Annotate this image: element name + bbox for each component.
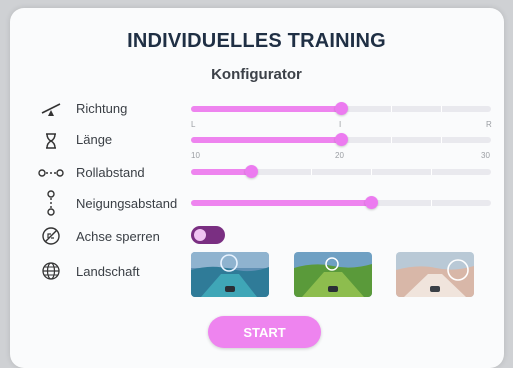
neigungsabstand-slider-thumb[interactable] [365,196,378,209]
start-button[interactable]: START [208,316,321,348]
richtung-tick-r: R [486,120,492,129]
rollabstand-slider[interactable] [191,165,491,178]
laenge-tick-10: 10 [191,151,200,160]
laenge-label: Länge [76,132,113,147]
laenge-tick-30: 30 [481,151,490,160]
landscape-ocean-thumbnail[interactable] [191,252,269,297]
hourglass-icon [40,130,62,152]
lock-axis-icon [40,225,62,247]
achse-sperren-toggle[interactable] [191,226,225,244]
rollabstand-label: Rollabstand [76,165,145,180]
laenge-slider-thumb[interactable] [335,133,348,146]
toggle-knob [194,229,206,241]
page-title: INDIVIDUELLES TRAINING [127,30,386,52]
configurator-card [10,8,504,368]
richtung-slider-thumb[interactable] [335,102,348,115]
seesaw-icon [40,98,62,120]
neigungsabstand-label: Neigungsabstand [76,196,178,211]
landscape-desert-thumbnail[interactable] [396,252,474,297]
richtung-label: Richtung [76,101,128,116]
achse-sperren-label: Achse sperren [76,229,160,244]
richtung-slider[interactable] [191,102,491,115]
landschaft-label: Landschaft [76,264,140,279]
neigungsabstand-slider[interactable] [191,196,491,209]
landscape-green-thumbnail[interactable] [294,252,372,297]
globe-icon [40,260,62,282]
richtung-tick-i: I [339,120,342,129]
richtung-tick-l: L [191,120,196,129]
horizontal-spacing-icon [38,162,64,184]
page-subtitle: Konfigurator [211,66,302,83]
laenge-slider[interactable] [191,133,491,146]
rollabstand-slider-thumb[interactable] [245,165,258,178]
vertical-spacing-icon [40,190,62,216]
laenge-tick-20: 20 [335,151,344,160]
